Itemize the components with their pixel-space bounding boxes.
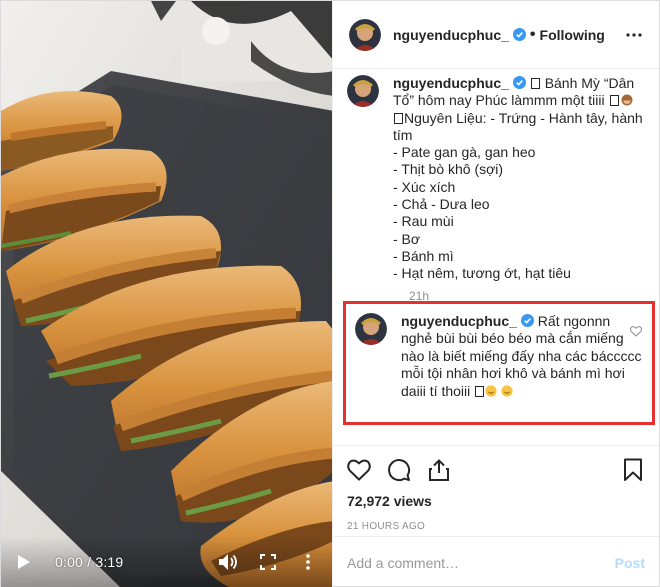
post-button[interactable]: Post — [615, 555, 645, 571]
caption-line: - Rau mùi — [393, 213, 454, 230]
caption-username[interactable]: nguyenducphuc_ — [393, 75, 509, 91]
caption-text: nguyenducphuc_ Bánh Mỳ “Dân Tổ” hôm nay … — [393, 75, 645, 283]
comment-text: nguyenducphuc_ Rất ngonnn nghẻ bùi bùi b… — [401, 313, 642, 422]
volume-icon[interactable] — [218, 552, 238, 572]
heart-icon[interactable] — [347, 458, 371, 482]
emoji-box-icon — [609, 95, 619, 107]
comment-like-heart-icon[interactable] — [629, 324, 643, 337]
more-icon[interactable] — [625, 26, 643, 44]
header-username[interactable]: nguyenducphuc_ — [393, 27, 509, 43]
play-icon[interactable] — [15, 553, 33, 571]
caption: nguyenducphuc_ Bánh Mỳ “Dân Tổ” hôm nay … — [347, 69, 645, 283]
caption-line: - Thịt bò khô (sợi) — [393, 161, 504, 178]
caption-line: - Xúc xích — [393, 178, 456, 195]
caption-line: - Hạt nêm, tương ớt, hạt tiêu — [393, 265, 571, 282]
hug-emoji-icon — [501, 384, 513, 397]
emoji-box-icon — [475, 385, 485, 397]
caption-line-2: Nguyên Liệu: - Trứng - Hành tây, hành tí… — [393, 109, 647, 143]
avatar[interactable] — [347, 75, 379, 107]
monkey-emoji-icon — [620, 93, 634, 106]
header-dot: • — [529, 25, 536, 43]
video-controls: 0:00 / 3:19 — [1, 536, 332, 587]
comment-input[interactable] — [347, 554, 615, 571]
avatar[interactable] — [355, 312, 387, 345]
caption-line: nguyenducphuc_ Bánh Mỳ “Dân Tổ” hôm nay … — [393, 75, 645, 110]
comment-icon[interactable] — [387, 458, 411, 482]
emoji-box-icon — [530, 78, 540, 89]
post-header: nguyenducphuc_ • Following — [333, 1, 659, 69]
caption-line: - Bánh mì — [393, 247, 454, 264]
caption-line: - Chả - Dưa leo — [393, 196, 490, 213]
emoji-box-icon — [394, 112, 403, 124]
posted-time: 21 HOURS AGO — [347, 521, 426, 532]
more-icon[interactable] — [298, 552, 318, 572]
highlighted-comment: nguyenducphuc_ Rất ngonnn nghẻ bùi bùi b… — [343, 300, 655, 425]
comments-section: nguyenducphuc_ Bánh Mỳ “Dân Tổ” hôm nay … — [333, 69, 659, 445]
caption-line: Nguyên Liệu: - Trứng - Hành tây, hành tí… — [393, 110, 645, 145]
caption-line: - Pate gan gà, gan heo — [393, 144, 536, 161]
fullscreen-icon[interactable] — [258, 552, 278, 572]
verified-icon — [512, 28, 526, 41]
add-comment-bar: Post — [333, 536, 659, 587]
video-time: 0:00 / 3:19 — [55, 554, 123, 570]
duration: 3:19 — [95, 554, 124, 570]
bookmark-icon[interactable] — [621, 458, 645, 482]
post-panel: nguyenducphuc_ • Following nguyenducphuc… — [332, 1, 659, 587]
current-time: 0:00 — [55, 554, 84, 570]
hug-emoji-icon — [485, 384, 497, 397]
action-bar — [333, 445, 659, 493]
verified-icon — [512, 76, 526, 89]
caption-line: - Bơ — [393, 230, 421, 247]
time-separator: / — [83, 554, 96, 570]
views-count[interactable]: 72,972 views — [333, 493, 659, 513]
video-player[interactable]: 0:00 / 3:19 — [1, 1, 332, 587]
avatar[interactable] — [349, 18, 381, 51]
comment-username[interactable]: nguyenducphuc_ — [401, 313, 517, 329]
food-photo — [1, 1, 332, 587]
verified-icon — [520, 313, 534, 327]
share-icon[interactable] — [427, 458, 451, 482]
following-button[interactable]: Following — [540, 27, 605, 43]
instagram-post: 0:00 / 3:19 nguyenducphuc_ • Following n… — [0, 0, 660, 587]
